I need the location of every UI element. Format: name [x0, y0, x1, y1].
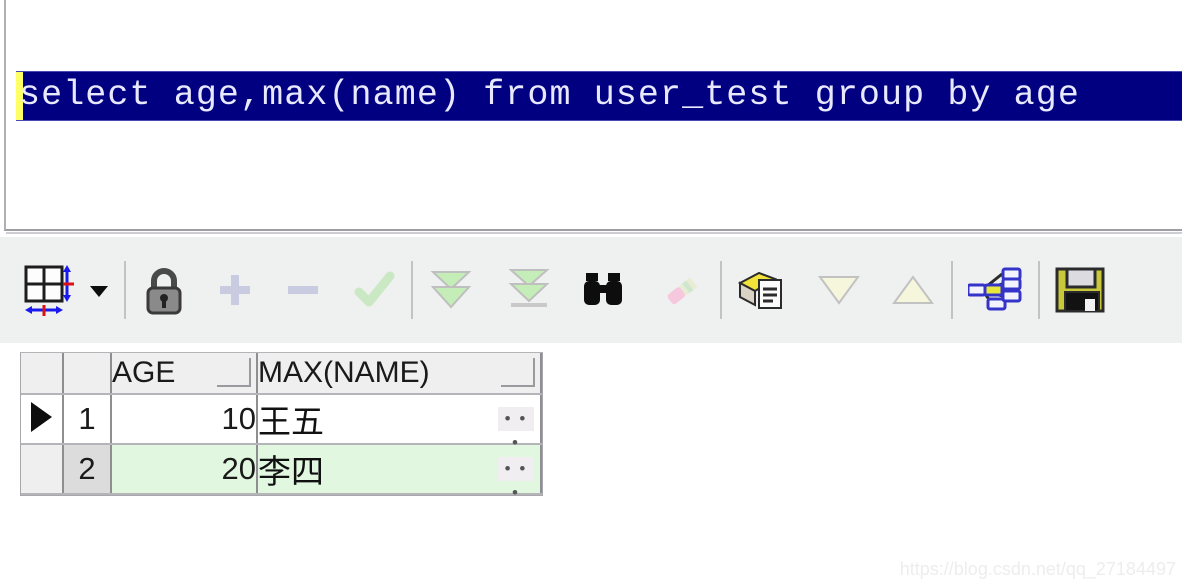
row-number[interactable]: 1 — [63, 394, 112, 445]
lock-icon[interactable] — [141, 257, 187, 323]
sql-editor-pane[interactable]: select age,max(name) from user_test grou… — [4, 0, 1182, 234]
toolbar-separator — [411, 261, 413, 319]
header-row-marker — [21, 353, 64, 395]
cell-expand-button[interactable]: • • • — [498, 457, 534, 502]
column-header-age[interactable]: AGE — [111, 353, 258, 395]
result-table: AGE MAX(NAME) 1 10 王五 • • • 2 20 李四 • • … — [21, 353, 542, 502]
eraser-icon — [660, 257, 704, 323]
current-row-arrow-icon — [31, 401, 52, 432]
watermark: https://blog.csdn.net/qq_27184497 — [899, 559, 1176, 579]
toolbar-separator — [124, 261, 126, 319]
cell-max-name-text: 王五 — [258, 402, 324, 441]
toolbar-separator — [951, 261, 953, 319]
minus-icon — [285, 257, 321, 323]
column-header-max-name[interactable]: MAX(NAME) — [257, 353, 542, 395]
result-grid-toolbar — [0, 237, 1182, 343]
sort-ascending-icon — [891, 257, 935, 323]
query-result-grid[interactable]: AGE MAX(NAME) 1 10 王五 • • • 2 20 李四 • • … — [20, 352, 543, 502]
column-header-max-name-label: MAX(NAME) — [258, 356, 430, 389]
cell-age[interactable]: 20 — [111, 444, 258, 495]
cell-max-name[interactable]: 王五 • • • — [257, 394, 542, 452]
save-icon[interactable] — [1055, 257, 1105, 323]
fetch-last-page-icon[interactable] — [506, 257, 552, 323]
row-number[interactable]: 2 — [63, 444, 112, 495]
toolbar-separator — [720, 261, 722, 319]
cell-age[interactable]: 10 — [111, 394, 258, 445]
sort-descending-icon — [817, 257, 861, 323]
cell-max-name[interactable]: 李四 • • • — [257, 444, 542, 502]
row-marker[interactable] — [21, 444, 64, 495]
toolbar-separator — [1038, 261, 1040, 319]
check-icon — [353, 257, 397, 323]
cell-expand-button[interactable]: • • • — [498, 407, 534, 452]
grid-layout-icon[interactable] — [22, 257, 76, 323]
column-header-age-label: AGE — [112, 356, 176, 389]
cell-max-name-text: 李四 — [258, 452, 324, 491]
table-row[interactable]: 1 10 王五 • • • — [21, 394, 542, 452]
fetch-next-page-icon[interactable] — [428, 257, 474, 323]
query-plan-icon[interactable] — [968, 257, 1022, 323]
column-sort-indicator-age[interactable] — [217, 358, 251, 387]
row-marker-current[interactable] — [21, 394, 64, 445]
table-row[interactable]: 2 20 李四 • • • — [21, 444, 542, 502]
sql-statement-selection[interactable]: select age,max(name) from user_test grou… — [16, 71, 1182, 121]
plus-icon — [217, 257, 253, 323]
sql-statement-text[interactable]: select age,max(name) from user_test grou… — [19, 77, 1080, 113]
header-row-number — [63, 353, 112, 395]
copy-to-notes-icon[interactable] — [737, 257, 787, 323]
column-sort-indicator-max-name[interactable] — [501, 358, 535, 387]
chevron-down-icon[interactable] — [86, 257, 112, 323]
table-header-row: AGE MAX(NAME) — [21, 353, 542, 395]
find-icon[interactable] — [580, 257, 626, 323]
